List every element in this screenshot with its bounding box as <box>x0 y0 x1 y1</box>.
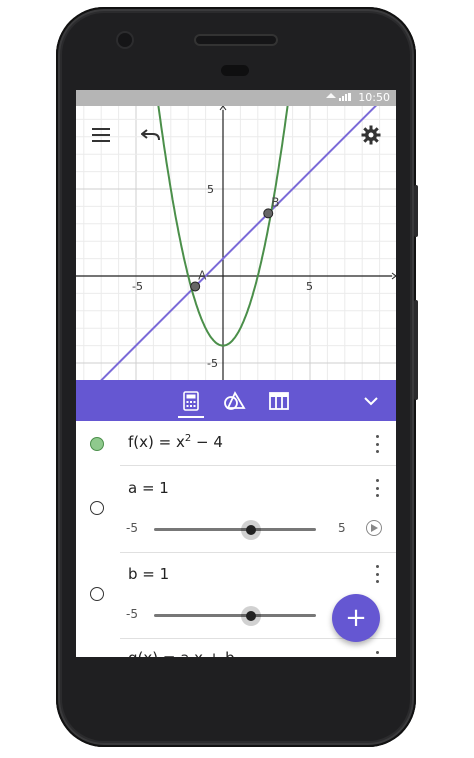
status-icons <box>326 92 352 104</box>
x-tick-label: -5 <box>132 280 143 293</box>
volume-button <box>414 300 418 400</box>
settings-button[interactable] <box>356 120 386 150</box>
slider-a-min: -5 <box>126 521 138 535</box>
active-tab-indicator <box>178 416 204 418</box>
visibility-toggle-a[interactable] <box>90 501 104 515</box>
screen: 10:50 -5 5 -5 5 10 A B <box>76 90 396 657</box>
calculator-icon <box>183 391 199 411</box>
expression-b[interactable]: b = 1 <box>128 565 169 583</box>
slider-b-knob[interactable] <box>246 611 257 621</box>
y-tick-label: 10 <box>207 106 221 109</box>
earpiece-speaker <box>196 36 276 44</box>
status-bar: 10:50 <box>76 90 396 106</box>
row-divider <box>120 552 396 553</box>
front-camera <box>118 33 132 47</box>
slider-a-track[interactable] <box>154 528 316 531</box>
status-time: 10:50 <box>358 91 390 104</box>
x-tick-label: 5 <box>306 280 313 293</box>
more-options-g[interactable] <box>374 651 380 657</box>
tab-table[interactable] <box>266 388 292 414</box>
proximity-sensor <box>221 65 249 76</box>
row-divider <box>120 465 396 466</box>
undo-icon <box>141 129 160 141</box>
tools-icon <box>224 391 246 410</box>
add-button[interactable]: + <box>332 594 380 642</box>
power-button <box>414 185 418 237</box>
slider-a-max: 5 <box>338 521 346 535</box>
more-options-b[interactable] <box>374 565 380 583</box>
chevron-down-icon <box>364 396 378 405</box>
collapse-button[interactable] <box>358 388 384 414</box>
visibility-toggle-f[interactable] <box>90 437 104 451</box>
slider-b-track[interactable] <box>154 614 316 617</box>
point-B[interactable] <box>263 208 274 219</box>
point-label: A <box>198 268 207 282</box>
expression-g[interactable]: g(x) = a x + b <box>128 649 235 657</box>
expression-f[interactable]: f(x) = x2 − 4 <box>128 433 223 451</box>
expression-f-tail: − 4 <box>191 433 223 451</box>
tab-tools[interactable] <box>222 388 248 414</box>
signal-icon <box>326 93 351 101</box>
y-tick-label: -5 <box>207 357 218 370</box>
play-icon <box>370 524 378 532</box>
point-label: B <box>271 195 279 209</box>
more-options-f[interactable] <box>374 435 380 453</box>
expression-a[interactable]: a = 1 <box>128 479 169 497</box>
slider-a-knob[interactable] <box>246 525 257 535</box>
menu-button[interactable] <box>86 120 116 150</box>
point-A[interactable] <box>190 281 201 292</box>
table-icon <box>269 392 289 410</box>
more-options-a[interactable] <box>374 479 380 497</box>
view-tab-bar <box>76 380 396 421</box>
expression-f-text: f(x) = x <box>128 433 185 451</box>
undo-button[interactable] <box>136 120 166 150</box>
tab-algebra[interactable] <box>178 388 204 414</box>
visibility-toggle-b[interactable] <box>90 587 104 601</box>
menu-icon <box>92 128 110 142</box>
gear-icon <box>361 125 381 145</box>
graphics-view[interactable]: -5 5 -5 5 10 A B <box>76 106 396 380</box>
play-button-a[interactable] <box>366 520 382 536</box>
y-tick-label: 5 <box>207 183 214 196</box>
slider-b-min: -5 <box>126 607 138 621</box>
